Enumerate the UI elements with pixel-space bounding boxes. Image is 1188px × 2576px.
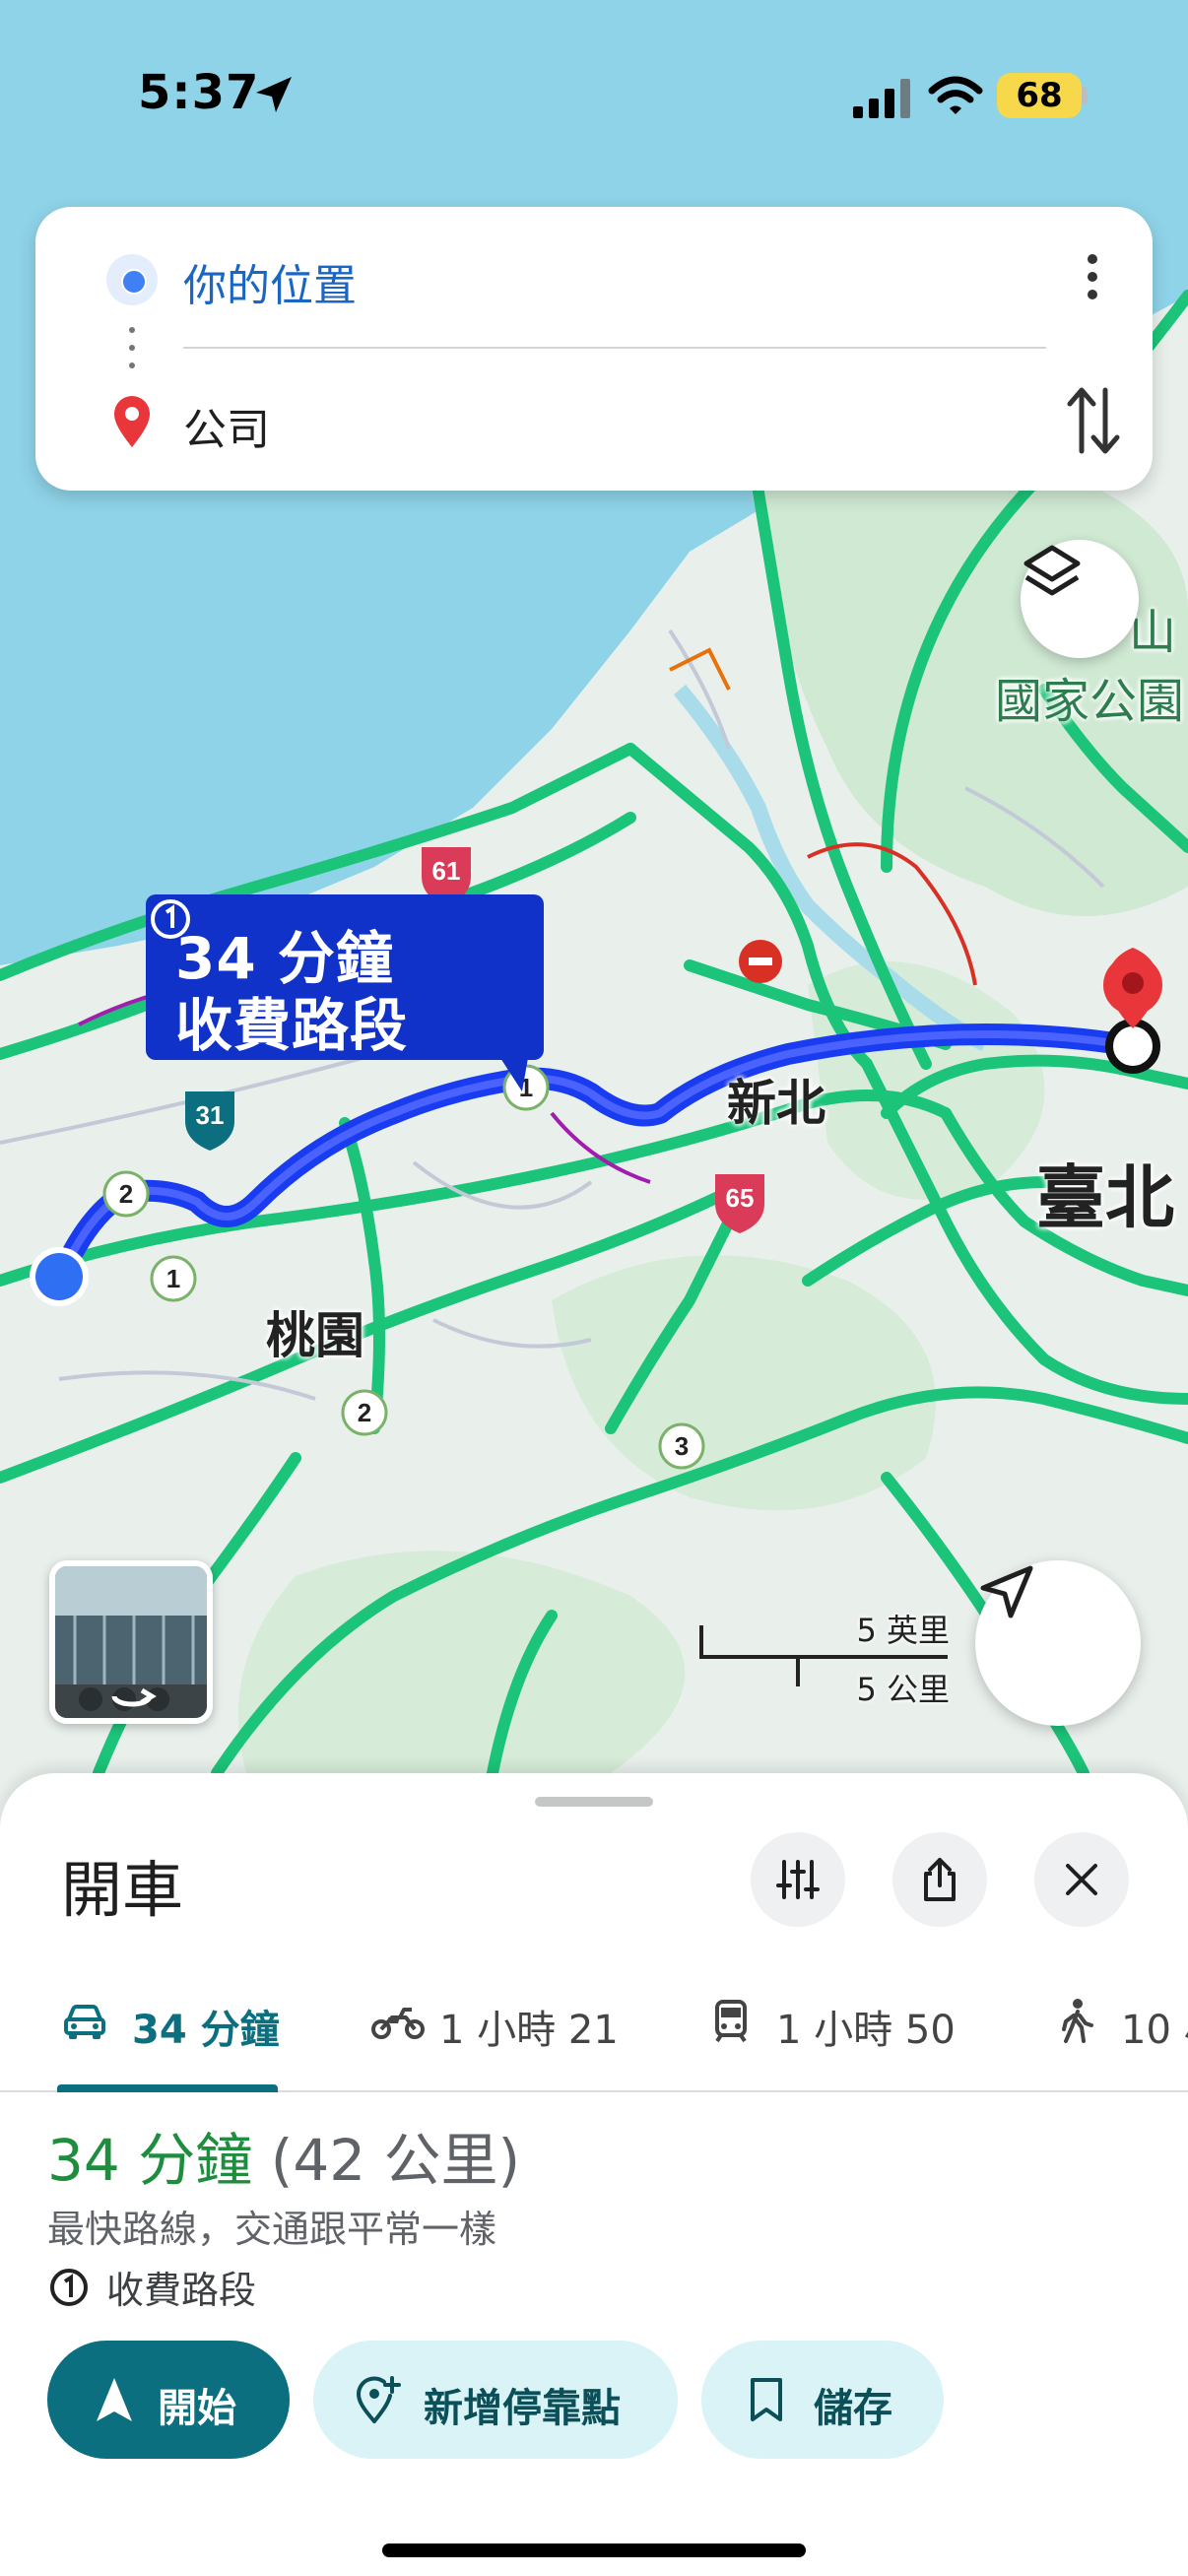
destination-ring bbox=[1105, 1019, 1160, 1074]
origin-field[interactable]: 你的位置 bbox=[183, 250, 357, 313]
eta-callout[interactable]: 34 分鐘 收費路段 bbox=[146, 894, 544, 1091]
svg-text:31: 31 bbox=[196, 1100, 225, 1130]
motorcycle-icon bbox=[371, 2008, 425, 2039]
add-stop-label: 新增停靠點 bbox=[424, 2386, 621, 2431]
directions-bottom-sheet: 開車 34 分鐘 1 小時 21 1 小時 50 10 34 分鐘 (42 公里… bbox=[0, 1773, 1188, 2576]
more-options-icon[interactable] bbox=[1070, 246, 1115, 315]
field-divider bbox=[183, 347, 1046, 349]
share-button[interactable] bbox=[892, 1832, 987, 1927]
car-icon bbox=[64, 2005, 105, 2039]
home-indicator bbox=[382, 2543, 806, 2557]
start-button-label: 開始 bbox=[158, 2386, 236, 2431]
tab-driving-label: 34 分鐘 bbox=[132, 2008, 280, 2053]
directions-search-card: 你的位置 公司 bbox=[35, 207, 1153, 491]
svg-text:2: 2 bbox=[119, 1179, 133, 1209]
wifi-icon bbox=[928, 76, 983, 114]
route-connector-dots bbox=[128, 327, 136, 386]
add-stop-button[interactable]: 新增停靠點 bbox=[313, 2341, 678, 2459]
sheet-drag-handle[interactable] bbox=[535, 1797, 653, 1807]
tab-motorcycle[interactable]: 1 小時 21 bbox=[370, 1970, 636, 2092]
tune-icon bbox=[776, 1860, 820, 1899]
start-navigation-button[interactable]: 開始 bbox=[47, 2341, 290, 2459]
svg-text:3: 3 bbox=[675, 1431, 689, 1461]
share-icon bbox=[924, 1858, 956, 1901]
map-scale: 5 英里 5 公里 bbox=[690, 1606, 975, 1714]
transit-icon bbox=[715, 2000, 747, 2043]
tab-transit-label: 1 小時 50 bbox=[776, 2008, 956, 2053]
destination-pin-icon bbox=[114, 396, 150, 447]
swap-directions-icon[interactable] bbox=[1062, 382, 1125, 459]
tab-motorcycle-label: 1 小時 21 bbox=[439, 2008, 619, 2053]
sheet-title: 開車 bbox=[61, 1854, 184, 1926]
scale-bar bbox=[699, 1625, 948, 1686]
tab-transit[interactable]: 1 小時 50 bbox=[707, 1970, 983, 2092]
destination-field[interactable]: 公司 bbox=[183, 394, 270, 457]
battery-indicator: 68 bbox=[997, 73, 1082, 118]
tab-driving[interactable]: 34 分鐘 bbox=[61, 1970, 280, 2092]
map-label-new-taipei: 新北 bbox=[727, 1075, 825, 1132]
shield-label: 61 bbox=[432, 856, 461, 886]
tab-walking[interactable]: 10 小 bbox=[1052, 1970, 1188, 2092]
toll-label: 收費路段 bbox=[106, 2269, 257, 2312]
route-traffic-note: 最快路線，交通跟平常一樣 bbox=[47, 2208, 497, 2251]
tab-walking-label: 10 小 bbox=[1121, 2008, 1188, 2053]
map-label-park: 國家公園 bbox=[995, 674, 1185, 729]
route-summary: 34 分鐘 (42 公里) bbox=[47, 2114, 520, 2197]
map-label-taipei: 臺北 bbox=[1036, 1157, 1174, 1238]
close-icon bbox=[1066, 1864, 1097, 1895]
layers-icon bbox=[1023, 545, 1081, 596]
status-time: 5:37 bbox=[138, 65, 260, 120]
toll-icon bbox=[50, 2269, 88, 2306]
bookmark-icon bbox=[751, 2378, 782, 2421]
street-view-image bbox=[55, 1566, 207, 1718]
navigation-arrow-icon bbox=[980, 1565, 1033, 1618]
route-duration: 34 分鐘 bbox=[47, 2127, 253, 2194]
selected-tab-indicator bbox=[57, 2084, 278, 2092]
navigation-icon bbox=[97, 2378, 132, 2421]
add-location-icon bbox=[356, 2376, 401, 2423]
my-location-button[interactable] bbox=[975, 1560, 1141, 1726]
street-view-thumbnail[interactable] bbox=[49, 1560, 213, 1724]
travel-mode-tabs: 34 分鐘 1 小時 21 1 小時 50 10 bbox=[0, 1970, 1188, 2092]
map-label-taoyuan: 桃園 bbox=[266, 1307, 364, 1364]
close-button[interactable] bbox=[1034, 1832, 1129, 1927]
save-button[interactable]: 儲存 bbox=[701, 2341, 944, 2459]
toll-icon bbox=[151, 899, 190, 939]
cellular-signal-icon bbox=[853, 79, 910, 118]
status-bar: 5:37 68 bbox=[0, 0, 1188, 197]
battery-level: 68 bbox=[1016, 76, 1063, 115]
battery-cap bbox=[1082, 87, 1088, 104]
svg-text:2: 2 bbox=[358, 1398, 371, 1427]
save-label: 儲存 bbox=[814, 2386, 892, 2431]
route-distance: (42 公里) bbox=[270, 2127, 521, 2194]
eta-toll-note: 收費路段 bbox=[175, 992, 409, 1059]
origin-location-icon bbox=[106, 254, 158, 305]
svg-text:65: 65 bbox=[726, 1183, 755, 1213]
layers-button[interactable] bbox=[1021, 540, 1139, 658]
route-options-button[interactable] bbox=[751, 1832, 845, 1927]
walk-icon bbox=[1062, 1999, 1093, 2043]
location-services-icon bbox=[256, 77, 292, 112]
svg-text:1: 1 bbox=[166, 1264, 180, 1293]
